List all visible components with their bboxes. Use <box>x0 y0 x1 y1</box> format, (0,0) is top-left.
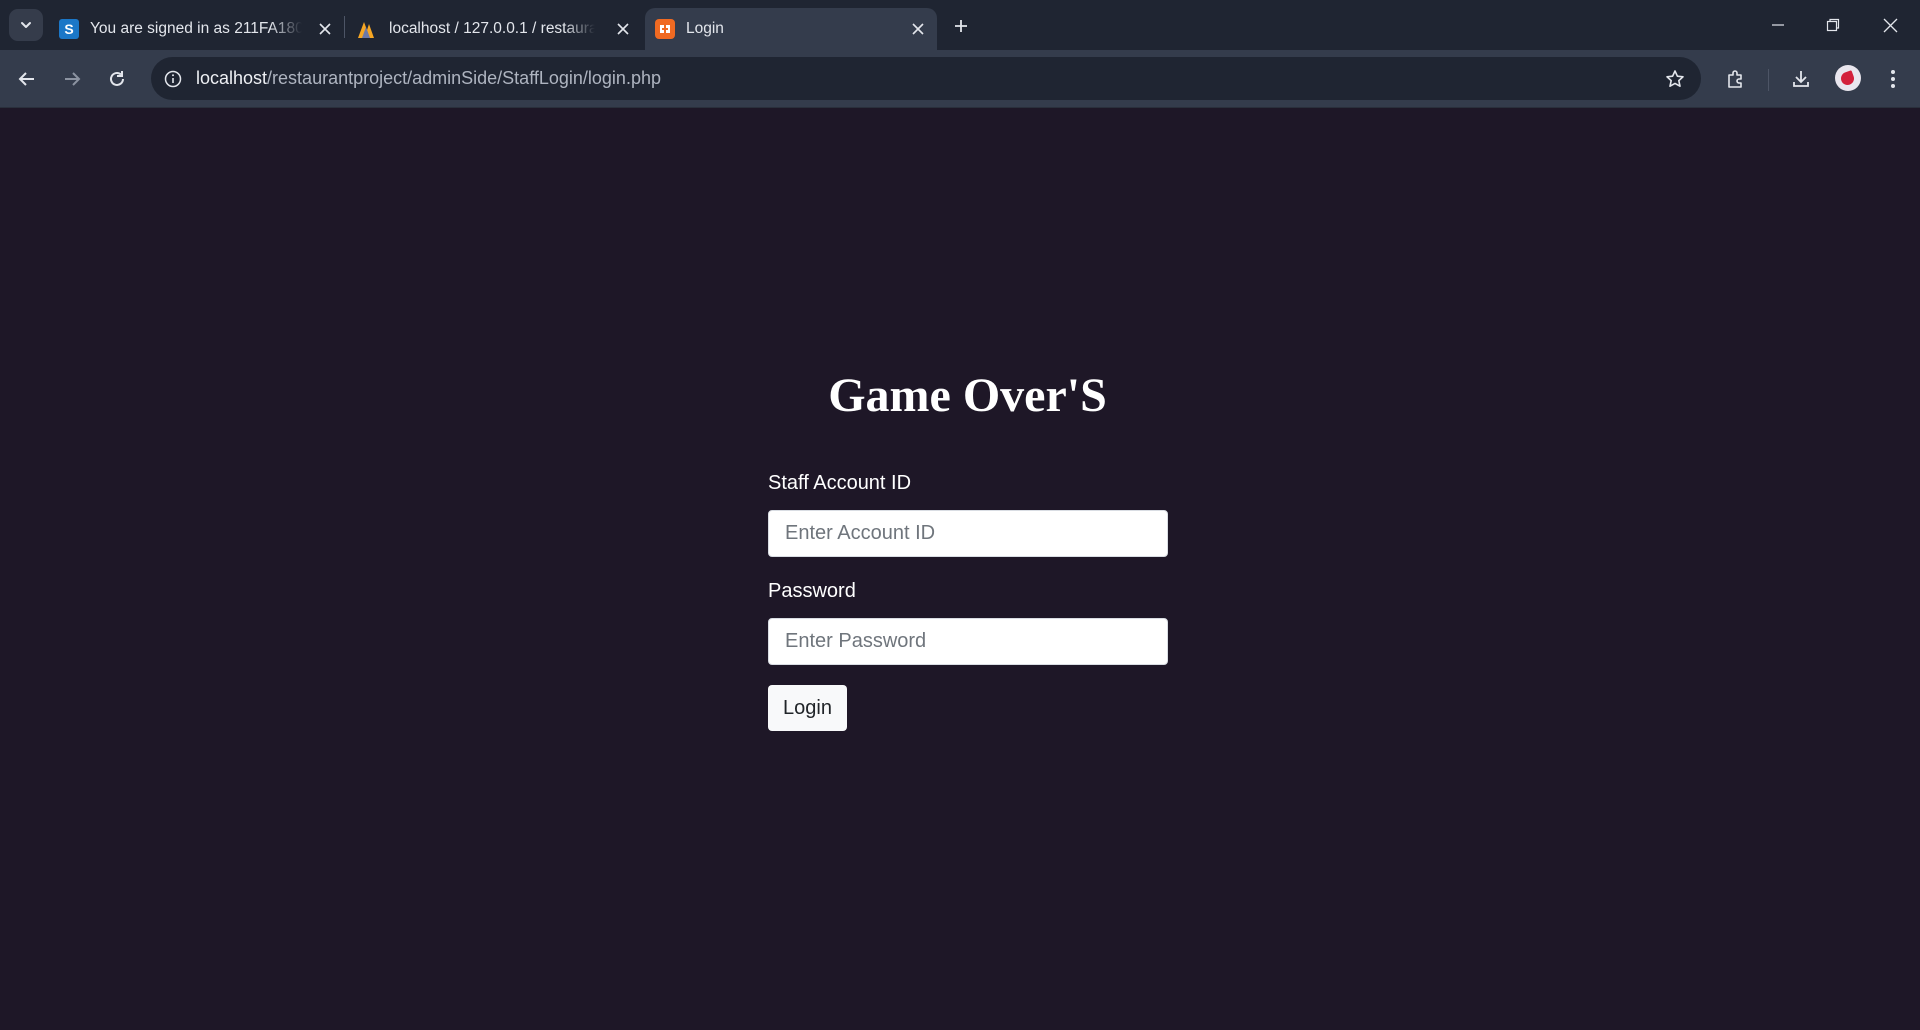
tab-title: Login <box>686 20 724 37</box>
plus-icon <box>955 20 967 32</box>
chevron-down-icon <box>21 22 31 28</box>
minimize-button[interactable] <box>1764 11 1792 39</box>
login-button[interactable]: Login <box>768 685 847 731</box>
s-logo-icon: S <box>59 19 79 39</box>
forward-button[interactable] <box>56 63 88 95</box>
downloads-button[interactable] <box>1785 63 1817 95</box>
arrow-left-icon <box>18 72 34 86</box>
download-icon <box>1793 71 1809 87</box>
close-icon <box>617 23 629 35</box>
minimize-icon <box>1772 24 1784 26</box>
page-title: Game Over'S <box>828 369 1107 422</box>
new-tab-button[interactable] <box>948 13 974 39</box>
account-id-label: Staff Account ID <box>768 472 912 494</box>
close-icon <box>912 23 924 35</box>
tab-signed-in[interactable]: S You are signed in as 211FA18014 <box>49 8 344 50</box>
browser-toolbar: localhost/restaurantproject/adminSide/St… <box>0 50 1920 108</box>
restore-icon <box>1826 18 1840 32</box>
extensions-button[interactable] <box>1720 63 1752 95</box>
tab-title: localhost / 127.0.0.1 / restaurant <box>389 20 595 37</box>
arrow-right-icon <box>65 72 81 86</box>
phpmyadmin-icon <box>358 22 374 38</box>
close-icon <box>1883 18 1897 32</box>
more-vertical-icon <box>1891 70 1895 88</box>
close-icon <box>319 23 331 35</box>
tab-strip: S You are signed in as 211FA18014 localh… <box>0 0 1920 50</box>
back-button[interactable] <box>11 63 43 95</box>
url-host: localhost <box>196 68 268 88</box>
bookmark-star-icon[interactable] <box>1663 67 1687 91</box>
browser-menu-button[interactable] <box>1877 63 1909 95</box>
site-info-icon[interactable] <box>161 67 185 91</box>
password-label: Password <box>768 580 856 602</box>
reload-icon <box>110 71 124 86</box>
tab-title: You are signed in as 211FA18014 <box>90 20 302 37</box>
restore-button[interactable] <box>1819 11 1847 39</box>
url-path: /restaurantproject/adminSide/StaffLogin/… <box>267 68 661 88</box>
tab-search-button[interactable] <box>9 9 43 41</box>
close-tab-button[interactable] <box>316 20 334 38</box>
xampp-icon <box>655 19 675 39</box>
password-input[interactable] <box>768 618 1168 665</box>
tab-divider <box>344 16 345 38</box>
toolbar-divider <box>1768 69 1769 91</box>
close-window-button[interactable] <box>1876 11 1904 39</box>
tab-login[interactable]: Login <box>645 8 937 50</box>
tab-phpmyadmin[interactable]: localhost / 127.0.0.1 / restaurant <box>346 8 642 50</box>
profile-avatar[interactable] <box>1835 65 1861 91</box>
account-id-input[interactable] <box>768 510 1168 557</box>
puzzle-icon <box>1728 70 1742 88</box>
close-tab-button[interactable] <box>614 20 632 38</box>
address-bar[interactable]: localhost/restaurantproject/adminSide/St… <box>151 57 1701 100</box>
address-url[interactable]: localhost/restaurantproject/adminSide/St… <box>196 68 661 89</box>
close-tab-button[interactable] <box>909 20 927 38</box>
reload-button[interactable] <box>101 63 133 95</box>
staff-login-form: Staff Account ID Password Login <box>768 472 1168 731</box>
